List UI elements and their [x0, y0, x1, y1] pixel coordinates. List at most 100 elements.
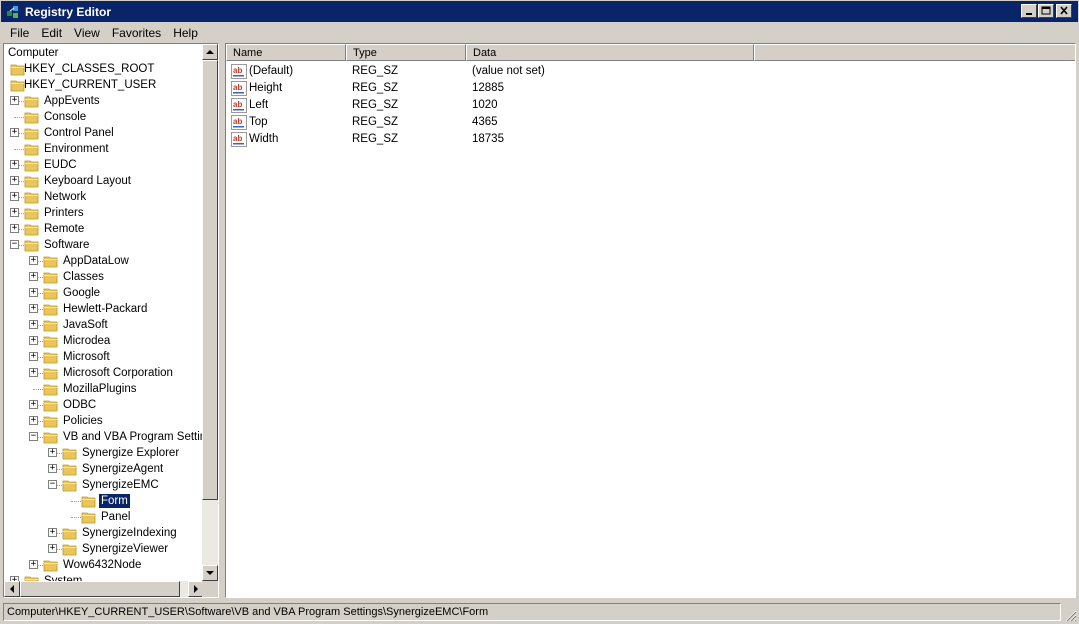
tree-node[interactable]: + Synergize Explorer — [4, 445, 204, 461]
tree-node[interactable]: + Microdea — [4, 333, 204, 349]
expand-icon[interactable]: + — [29, 336, 38, 345]
registry-tree[interactable]: Computer HKEY_CLASSES_ROOT HKEY_CURRENT_US… — [3, 43, 219, 598]
tree-node-label[interactable]: Console — [42, 110, 88, 124]
collapse-icon[interactable]: − — [29, 432, 38, 441]
tree-node[interactable]: + Remote — [4, 221, 204, 237]
tree-node[interactable]: + SynergizeViewer — [4, 541, 204, 557]
tree-node-label[interactable]: Computer — [6, 46, 61, 60]
tree-node[interactable]: + System — [4, 573, 204, 581]
expand-icon[interactable]: + — [29, 416, 38, 425]
tree-view[interactable]: Computer HKEY_CLASSES_ROOT HKEY_CURRENT_US… — [4, 44, 204, 581]
tree-node-label[interactable]: Keyboard Layout — [42, 174, 133, 188]
expand-icon[interactable]: + — [29, 400, 38, 409]
expand-icon[interactable]: + — [29, 352, 38, 361]
tree-node-label[interactable]: SynergizeViewer — [80, 542, 170, 556]
value-row[interactable]: ab Height REG_SZ 12885 — [226, 80, 826, 97]
tree-node[interactable]: + SynergizeAgent — [4, 461, 204, 477]
tree-node-label[interactable]: Remote — [42, 222, 86, 236]
expand-icon[interactable]: + — [48, 464, 57, 473]
expand-icon[interactable]: + — [29, 272, 38, 281]
tree-node[interactable]: HKEY_CLASSES_ROOT — [4, 61, 204, 77]
tree-node-label[interactable]: Wow6432Node — [61, 558, 143, 572]
tree-node-label[interactable]: Network — [42, 190, 88, 204]
tree-node[interactable]: Environment — [4, 141, 204, 157]
tree-node[interactable]: + Hewlett-Packard — [4, 301, 204, 317]
column-header-name[interactable]: Name — [226, 44, 346, 61]
tree-node-label[interactable]: Policies — [61, 414, 105, 428]
tree-node[interactable]: + Control Panel — [4, 125, 204, 141]
tree-node[interactable]: HKEY_CURRENT_USER — [4, 77, 204, 93]
tree-node-label[interactable]: HKEY_CURRENT_USER — [22, 78, 158, 92]
value-row[interactable]: ab Left REG_SZ 1020 — [226, 97, 826, 114]
tree-node-label[interactable]: Printers — [42, 206, 86, 220]
tree-node-label[interactable]: VB and VBA Program Settings — [61, 430, 204, 444]
expand-icon[interactable]: + — [10, 128, 19, 137]
scroll-up-button[interactable] — [202, 44, 218, 60]
tree-node[interactable]: + SynergizeIndexing — [4, 525, 204, 541]
title-bar[interactable]: Registry Editor — [0, 0, 1079, 23]
tree-node[interactable]: Panel — [4, 509, 204, 525]
tree-node-label[interactable]: Synergize Explorer — [80, 446, 181, 460]
tree-node-label[interactable]: JavaSoft — [61, 318, 110, 332]
tree-node[interactable]: − SynergizeEMC — [4, 477, 204, 493]
tree-node-label[interactable]: AppEvents — [42, 94, 102, 108]
tree-node[interactable]: + Google — [4, 285, 204, 301]
tree-node-label[interactable]: Control Panel — [42, 126, 116, 140]
close-button[interactable] — [1056, 4, 1072, 18]
expand-icon[interactable]: + — [48, 544, 57, 553]
tree-node[interactable]: Computer — [4, 45, 204, 61]
tree-node[interactable]: + Wow6432Node — [4, 557, 204, 573]
expand-icon[interactable]: + — [10, 176, 19, 185]
tree-node[interactable]: + Keyboard Layout — [4, 173, 204, 189]
tree-node-label[interactable]: Form — [98, 493, 131, 509]
tree-node[interactable]: + JavaSoft — [4, 317, 204, 333]
collapse-icon[interactable]: − — [10, 240, 19, 249]
tree-node[interactable]: + EUDC — [4, 157, 204, 173]
tree-horizontal-scrollbar[interactable] — [4, 581, 204, 597]
values-list[interactable]: Name Type Data ab (Default) REG_SZ (value n… — [225, 43, 1076, 598]
h-scroll-thumb[interactable] — [20, 581, 180, 597]
tree-node[interactable]: − VB and VBA Program Settings — [4, 429, 204, 445]
expand-icon[interactable]: + — [29, 304, 38, 313]
expand-icon[interactable]: + — [29, 560, 38, 569]
tree-node-label[interactable]: Google — [61, 286, 102, 300]
tree-node-label[interactable]: SynergizeEMC — [80, 478, 161, 492]
expand-icon[interactable]: + — [10, 160, 19, 169]
collapse-icon[interactable]: − — [48, 480, 57, 489]
expand-icon[interactable]: + — [10, 192, 19, 201]
column-header-type[interactable]: Type — [346, 44, 466, 61]
tree-node[interactable]: + AppDataLow — [4, 253, 204, 269]
tree-node[interactable]: Console — [4, 109, 204, 125]
tree-node[interactable]: + ODBC — [4, 397, 204, 413]
menu-edit[interactable]: Edit — [35, 26, 68, 40]
tree-node-label[interactable]: MozillaPlugins — [61, 382, 139, 396]
tree-node[interactable]: + Printers — [4, 205, 204, 221]
menu-file[interactable]: File — [4, 26, 35, 40]
expand-icon[interactable]: + — [10, 224, 19, 233]
tree-vertical-scrollbar[interactable] — [202, 44, 218, 581]
expand-icon[interactable]: + — [29, 256, 38, 265]
column-header-data[interactable]: Data — [466, 44, 754, 61]
expand-icon[interactable]: + — [29, 368, 38, 377]
tree-node-label[interactable]: Panel — [99, 510, 132, 524]
scroll-thumb[interactable] — [202, 60, 218, 500]
tree-node-label[interactable]: AppDataLow — [61, 254, 131, 268]
tree-node-label[interactable]: ODBC — [61, 398, 98, 412]
scroll-down-button[interactable] — [202, 565, 218, 581]
menu-favorites[interactable]: Favorites — [106, 26, 167, 40]
tree-node[interactable]: Form — [4, 493, 204, 509]
tree-node-label[interactable]: EUDC — [42, 158, 79, 172]
tree-node[interactable]: + Network — [4, 189, 204, 205]
tree-node[interactable]: MozillaPlugins — [4, 381, 204, 397]
expand-icon[interactable]: + — [29, 320, 38, 329]
tree-node-label[interactable]: Microsoft — [61, 350, 112, 364]
tree-node-label[interactable]: Software — [42, 238, 91, 252]
expand-icon[interactable]: + — [48, 528, 57, 537]
tree-node-label[interactable]: System — [42, 574, 84, 581]
tree-node-label[interactable]: SynergizeIndexing — [80, 526, 179, 540]
expand-icon[interactable]: + — [10, 96, 19, 105]
value-row[interactable]: ab Width REG_SZ 18735 — [226, 131, 826, 148]
maximize-button[interactable] — [1038, 4, 1054, 18]
expand-icon[interactable]: + — [10, 208, 19, 217]
resize-grip-icon[interactable] — [1065, 610, 1077, 622]
